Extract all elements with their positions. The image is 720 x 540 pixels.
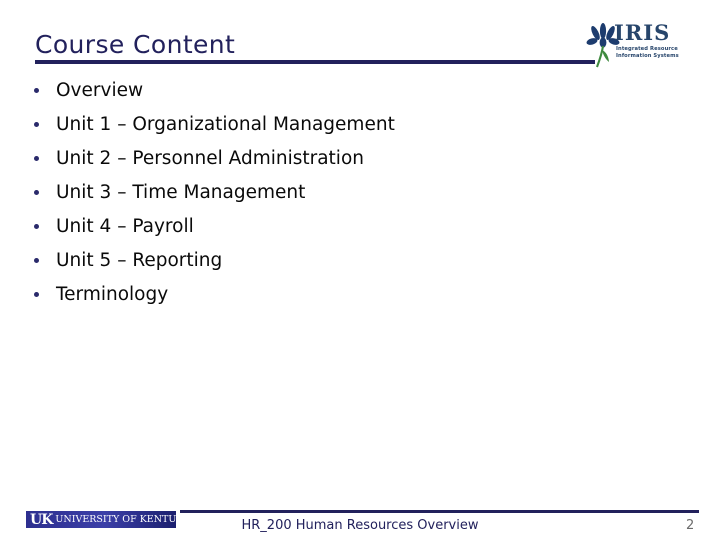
list-item-label: Unit 5 – Reporting: [56, 250, 223, 271]
footer-course-label: HR_200 Human Resources Overview: [241, 518, 479, 533]
list-item: Unit 2 – Personnel Administration: [34, 146, 634, 180]
iris-logo: IRIS Integrated Resource Information Sys…: [586, 22, 682, 72]
list-item: Unit 3 – Time Management: [34, 180, 634, 214]
iris-tagline-line1: Integrated Resource: [616, 46, 678, 52]
title-divider: [35, 60, 595, 64]
list-item: Terminology: [34, 282, 634, 316]
iris-tagline-line2: Information Systems: [616, 52, 679, 59]
bullet-dot-icon: [34, 258, 39, 263]
list-item-label: Unit 3 – Time Management: [56, 182, 306, 203]
list-item-label: Overview: [56, 80, 144, 101]
list-item-label: Unit 1 – Organizational Management: [56, 114, 395, 135]
bullet-dot-icon: [34, 190, 39, 195]
bullet-dot-icon: [34, 156, 39, 161]
bullet-dot-icon: [34, 122, 39, 127]
list-item: Unit 4 – Payroll: [34, 214, 634, 248]
list-item-label: Unit 2 – Personnel Administration: [56, 148, 364, 169]
page-title: Course Content: [35, 30, 236, 59]
page-number: 2: [686, 518, 695, 533]
iris-tagline: Integrated Resource Information Systems: [616, 46, 682, 59]
footer-divider: [180, 510, 699, 513]
list-item: Overview: [34, 78, 634, 112]
slide-canvas: Course Content IRIS Integrated Resource …: [0, 0, 720, 540]
course-content-list: Overview Unit 1 – Organizational Managem…: [34, 78, 634, 316]
list-item-label: Unit 4 – Payroll: [56, 216, 194, 237]
list-item-label: Terminology: [56, 284, 169, 305]
list-item: Unit 5 – Reporting: [34, 248, 634, 282]
bullet-dot-icon: [34, 292, 39, 297]
iris-wordmark: IRIS: [614, 20, 671, 45]
bullet-dot-icon: [34, 88, 39, 93]
list-item: Unit 1 – Organizational Management: [34, 112, 634, 146]
bullet-dot-icon: [34, 224, 39, 229]
